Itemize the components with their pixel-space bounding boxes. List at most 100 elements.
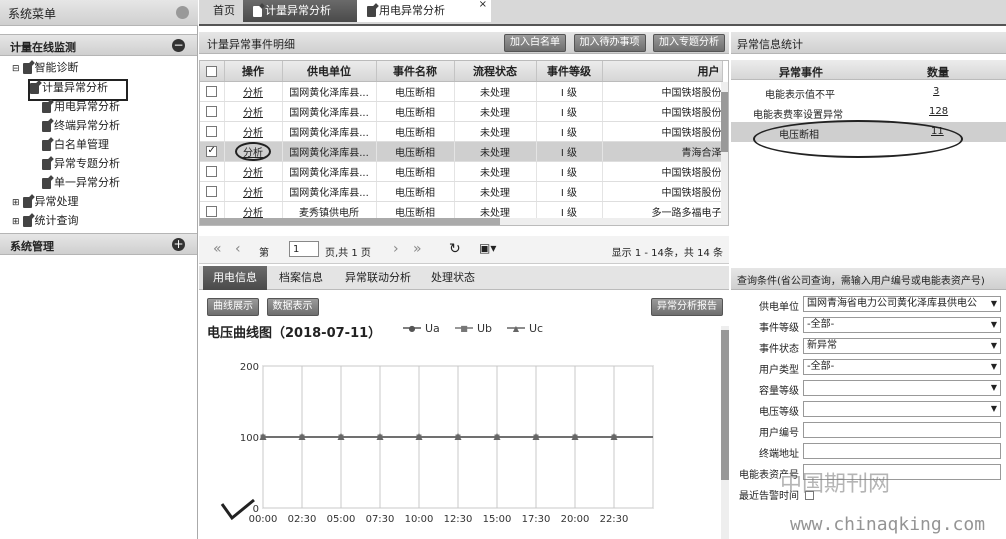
grid-vscrollbar[interactable] [721,82,728,219]
row-checkbox[interactable] [206,105,218,117]
first-page-icon[interactable]: « [213,241,222,257]
stat-count-link[interactable]: 3 [933,86,939,97]
query-form: 供电单位 国网青海省电力公司黄化泽库县供电公 ▼ 事件等级 -全部- ▼ 事件状态 新异常 ▼ 用… [731,292,1006,539]
tab-power-info[interactable]: 用电信息 [203,266,267,290]
grid-hscrollbar[interactable] [200,218,728,225]
query-select[interactable]: -全部- ▼ [803,359,1001,375]
collapse-icon[interactable] [176,6,189,19]
analyze-link[interactable]: 分析 [243,168,263,179]
x-tick-label: 02:30 [288,514,317,525]
tab-label: 异常联动分析 [345,271,411,284]
analyze-link[interactable]: 分析 [243,108,263,119]
tree-item-diagnosis[interactable]: ⊟ 智能诊断 [12,59,79,76]
dropdown-arrow-icon[interactable]: ▼ [991,360,997,374]
refresh-icon[interactable]: ↻ [449,241,461,257]
tree-item-statistics[interactable]: ⊞ 统计查询 [12,212,79,229]
report-button[interactable]: 异常分析报告 [651,298,723,316]
col-header[interactable]: 事件等级 [536,61,603,82]
dropdown-arrow-icon[interactable]: ▼ [991,402,997,416]
table-row[interactable]: 分析 国网黄化泽库县... 电压断相 未处理 I 级 中国铁塔股份 [200,181,723,202]
expand-icon[interactable]: ⊞ [12,217,20,227]
query-input[interactable] [803,443,1001,459]
sidebar-section-system[interactable]: 系统管理 + [0,233,197,255]
query-select[interactable]: 新异常 ▼ [803,338,1001,354]
expand-icon[interactable]: ⊟ [12,64,20,74]
analyze-link[interactable]: 分析 [243,188,263,199]
tree-item-single-analysis[interactable]: 单一异常分析 [42,174,120,191]
export-icon[interactable]: ▣▾ [479,241,496,255]
curve-view-button[interactable]: 曲线展示 [207,298,259,316]
select-all-checkbox[interactable] [206,66,218,77]
y-tick-label: 100 [240,433,259,444]
col-header[interactable]: 数量 [927,64,949,80]
cell-event: 电压断相 [376,141,455,162]
sidebar-section-monitor[interactable]: 计量在线监测 − [0,34,197,56]
dropdown-arrow-icon[interactable]: ▼ [991,381,997,395]
tab-metering-analysis[interactable]: 计量异常分析 [243,0,373,22]
analyze-link[interactable]: 分析 [235,142,271,161]
minus-circle-icon[interactable]: − [172,39,185,52]
analyze-link[interactable]: 分析 [243,88,263,99]
query-select[interactable]: ▼ [803,380,1001,396]
row-checkbox-checked[interactable]: ✓ [206,145,218,157]
row-checkbox[interactable] [206,185,218,197]
col-header[interactable]: 事件名称 [376,61,455,82]
add-topic-button[interactable]: 加入专题分析 [653,34,725,52]
row-checkbox[interactable] [206,125,218,137]
col-header[interactable]: 用户 [602,61,723,82]
add-whitelist-button[interactable]: 加入白名单 [504,34,566,52]
stat-count-link[interactable]: 128 [929,106,948,117]
analyze-link[interactable]: 分析 [243,128,263,139]
tab-archive-info[interactable]: 档案信息 [269,266,333,290]
tree-item-power-analysis[interactable]: 用电异常分析 [42,98,120,115]
dropdown-arrow-icon[interactable]: ▼ [991,318,997,332]
table-row[interactable]: 分析 国网黄化泽库县... 电压断相 未处理 I 级 中国铁塔股份 [200,81,723,102]
row-checkbox[interactable] [206,205,218,217]
query-select[interactable]: -全部- ▼ [803,317,1001,333]
col-header[interactable]: 供电单位 [282,61,377,82]
last-page-icon[interactable]: » [413,241,422,257]
scroll-thumb[interactable] [200,218,500,225]
tree-item-whitelist[interactable]: 白名单管理 [42,136,109,153]
tree-item-terminal-analysis[interactable]: 终端异常分析 [42,117,120,134]
tree-label: 单一异常分析 [54,176,120,189]
next-page-icon[interactable]: › [393,241,399,257]
data-view-button[interactable]: 数据表示 [266,298,319,316]
col-header[interactable]: 流程状态 [454,61,537,82]
dropdown-arrow-icon[interactable]: ▼ [991,297,997,311]
query-label: 用户编号 [759,428,799,439]
prev-page-icon[interactable]: ‹ [235,241,241,257]
plus-circle-icon[interactable]: + [172,238,185,251]
tree-item-topic-analysis[interactable]: 异常专题分析 [42,155,120,172]
expand-icon[interactable]: ⊞ [12,198,20,208]
table-row[interactable]: 电能表示值不平 3 [731,82,1006,102]
table-row-selected[interactable]: ✓ 分析 国网黄化泽库县... 电压断相 未处理 I 级 青海合泽 [200,141,723,162]
cell-unit: 国网黄化泽库县... [282,161,377,182]
table-row[interactable]: 分析 国网黄化泽库县... 电压断相 未处理 I 级 中国铁塔股份 [200,101,723,122]
tree-item-exception-handling[interactable]: ⊞ 异常处理 [12,193,79,210]
tab-process-status[interactable]: 处理状态 [421,266,485,290]
table-row[interactable]: 电能表费率设置异常 128 [731,102,1006,122]
page-input[interactable]: 1 [289,241,319,257]
col-header[interactable]: 异常事件 [779,64,823,80]
scroll-thumb[interactable] [721,92,728,152]
dropdown-arrow-icon[interactable]: ▼ [991,339,997,353]
tab-power-analysis[interactable]: 用电异常分析 × [357,0,491,22]
row-checkbox[interactable] [206,165,218,177]
query-input[interactable] [803,422,1001,438]
close-icon[interactable]: × [479,0,487,16]
chart-vscrollbar[interactable] [721,326,729,539]
scroll-thumb[interactable] [721,330,729,480]
query-select[interactable]: ▼ [803,401,1001,417]
row-checkbox[interactable] [206,85,218,97]
tab-label: 用电异常分析 [379,4,445,17]
col-header[interactable]: 操作 [224,61,283,82]
query-label: 电压等级 [759,407,799,418]
add-todo-button[interactable]: 加入待办事项 [573,34,646,52]
tab-linkage-analysis[interactable]: 异常联动分析 [335,266,421,290]
table-row[interactable]: 分析 国网黄化泽库县... 电压断相 未处理 I 级 中国铁塔股份 [200,161,723,182]
table-row[interactable]: 分析 国网黄化泽库县... 电压断相 未处理 I 级 中国铁塔股份 [200,121,723,142]
query-select[interactable]: 国网青海省电力公司黄化泽库县供电公 ▼ [803,296,1001,312]
tab-home[interactable]: 首页 [203,0,245,22]
select-all-cell[interactable] [200,61,225,82]
